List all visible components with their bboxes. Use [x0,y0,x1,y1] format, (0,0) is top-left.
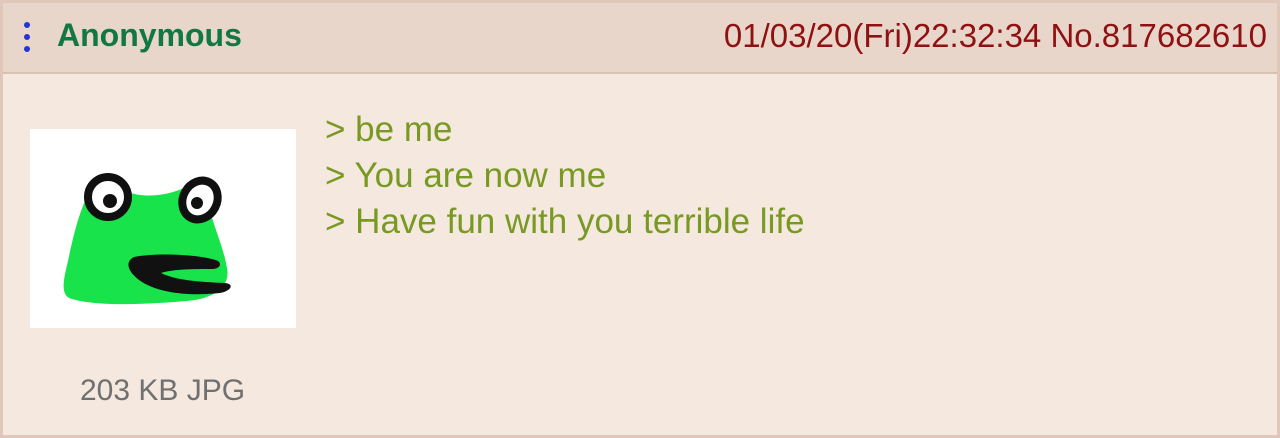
post-comment: > be me > You are now me > Have fun with… [325,107,1245,245]
post-container: Anonymous 01/03/20(Fri)22:32:34 No.81768… [0,0,1280,438]
greentext-line: > Have fun with you terrible life [325,202,805,241]
post-image-thumbnail[interactable] [30,129,296,328]
menu-dot-icon [24,46,30,52]
vertical-dots-menu-icon[interactable] [17,22,37,58]
post-header: Anonymous 01/03/20(Fri)22:32:34 No.81768… [3,3,1277,74]
post-timestamp-and-number[interactable]: 01/03/20(Fri)22:32:34 No.817682610 [724,19,1267,52]
frog-drawing-image [30,129,296,328]
file-info: 203 KB JPG [80,374,246,407]
greentext-line: > You are now me [325,156,607,195]
menu-dot-icon [24,22,30,28]
poster-name: Anonymous [57,17,242,53]
greentext-line: > be me [325,110,453,149]
menu-dot-icon [24,34,30,40]
